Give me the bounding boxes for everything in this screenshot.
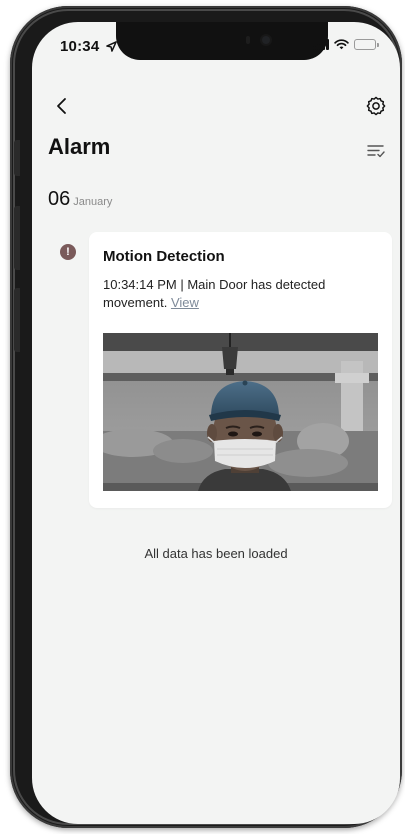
alert-indicator-icon: ! bbox=[60, 244, 76, 260]
gear-icon bbox=[366, 96, 386, 116]
view-link[interactable]: View bbox=[171, 295, 199, 310]
status-bar: 10:34 bbox=[32, 22, 400, 66]
settings-button[interactable] bbox=[362, 92, 390, 120]
camera-snapshot-image[interactable] bbox=[103, 333, 378, 491]
page-title: Alarm bbox=[48, 134, 111, 159]
phone-screen: 10:34 Alarm 06 January ! Motion Detectio… bbox=[32, 22, 400, 824]
event-description: 10:34:14 PM | Main Door has detected mov… bbox=[103, 276, 378, 312]
status-icons bbox=[312, 39, 379, 50]
nav-bar bbox=[32, 90, 400, 122]
status-time-text: 10:34 bbox=[60, 38, 100, 55]
date-header: 06 January bbox=[48, 188, 112, 211]
load-status-text: All data has been loaded bbox=[144, 546, 288, 561]
list-check-icon bbox=[367, 145, 385, 158]
date-day: 06 bbox=[48, 188, 71, 210]
back-button[interactable] bbox=[48, 92, 76, 120]
chevron-left-icon bbox=[57, 98, 66, 114]
title-row: Alarm bbox=[32, 134, 400, 170]
volume-up-button bbox=[14, 206, 20, 270]
status-time: 10:34 bbox=[60, 38, 117, 55]
location-arrow-icon bbox=[105, 41, 117, 52]
event-card[interactable]: Motion Detection 10:34:14 PM | Main Door… bbox=[89, 232, 392, 508]
date-month: January bbox=[73, 196, 113, 208]
mute-switch bbox=[14, 140, 20, 176]
event-description-text: 10:34:14 PM | Main Door has detected mov… bbox=[103, 277, 326, 310]
battery-icon bbox=[354, 39, 379, 50]
cellular-signal-icon bbox=[312, 39, 329, 50]
filter-button[interactable] bbox=[364, 140, 388, 162]
event-title: Motion Detection bbox=[103, 248, 225, 265]
volume-down-button bbox=[14, 288, 20, 352]
phone-frame: 10:34 Alarm 06 January ! Motion Detectio… bbox=[10, 6, 402, 828]
wifi-icon bbox=[334, 39, 349, 50]
